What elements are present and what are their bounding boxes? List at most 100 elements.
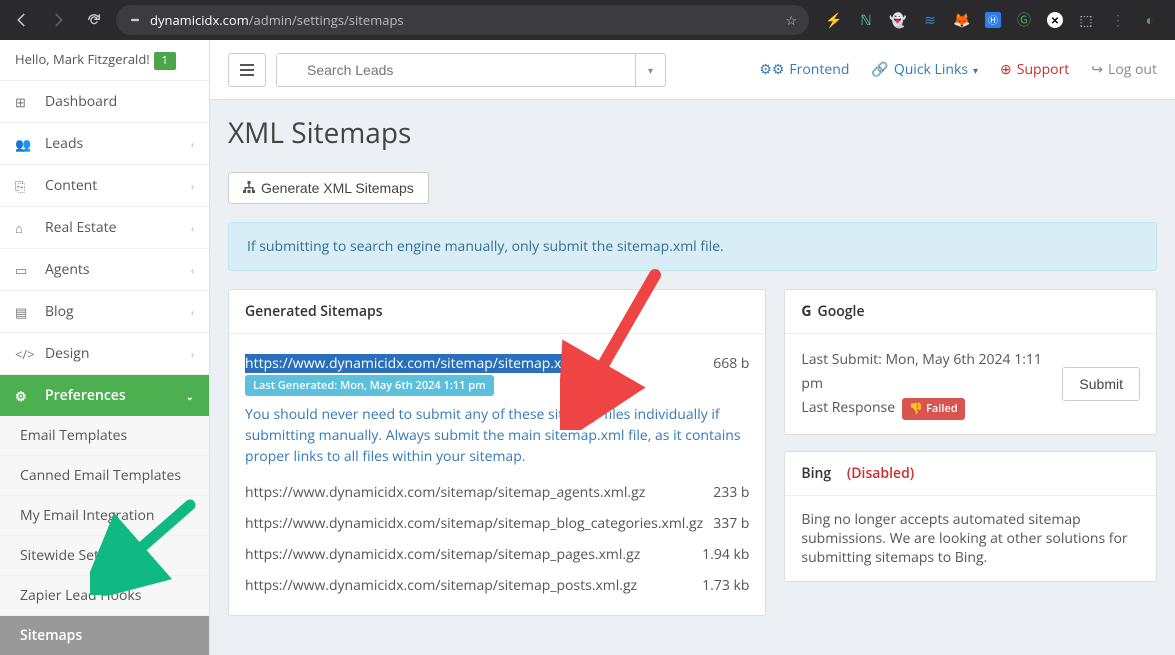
sidebar-item-preferences[interactable]: ⚙ Preferences ⌄ bbox=[0, 375, 209, 416]
search-input[interactable] bbox=[277, 54, 635, 86]
subnav-email-templates[interactable]: Email Templates bbox=[0, 416, 209, 455]
gear-icon: ⚙ bbox=[15, 387, 35, 405]
dashboard-icon: ⊞ bbox=[15, 93, 35, 111]
ext-icon[interactable]: Ⓖ bbox=[1015, 11, 1033, 29]
extensions-icon[interactable]: ⬚ bbox=[1077, 11, 1095, 29]
search-dropdown-button[interactable]: ▾ bbox=[635, 54, 665, 86]
ext-icon[interactable]: 🦊 bbox=[953, 11, 971, 29]
chevron-left-icon: ‹ bbox=[191, 263, 194, 277]
caret-down-icon: ▾ bbox=[973, 63, 978, 77]
id-card-icon: ▭ bbox=[15, 261, 35, 279]
ext-separator: ⋮ bbox=[1109, 11, 1127, 29]
sitemap-size: 1.73 kb bbox=[692, 576, 749, 595]
ext-icon[interactable]: ⚡ bbox=[825, 11, 843, 29]
forward-button[interactable] bbox=[44, 6, 72, 34]
newspaper-icon: ▤ bbox=[15, 303, 35, 321]
sitemap-url[interactable]: https://www.dynamicidx.com/sitemap/sitem… bbox=[245, 545, 640, 564]
quicklinks-link[interactable]: 🔗Quick Links ▾ bbox=[871, 60, 978, 79]
google-submit-button[interactable]: Submit bbox=[1062, 367, 1140, 401]
bing-disabled-label: (Disabled) bbox=[847, 464, 914, 483]
panel-heading: Generated Sitemaps bbox=[229, 290, 765, 334]
profile-icon[interactable]: ◐ bbox=[1141, 11, 1159, 29]
address-bar[interactable]: dynamicidx.com/admin/settings/sitemaps ☆ bbox=[116, 5, 809, 35]
sidebar-item-label: Real Estate bbox=[45, 218, 117, 237]
sidebar-item-dashboard[interactable]: ⊞ Dashboard bbox=[0, 81, 209, 122]
panel-heading: GGoogle bbox=[785, 290, 1156, 334]
code-icon: </> bbox=[15, 345, 35, 363]
url-path: /admin/settings/sitemaps bbox=[249, 11, 404, 29]
logout-link[interactable]: ↪Log out bbox=[1091, 60, 1157, 79]
cogs-icon: ⚙⚙ bbox=[759, 60, 784, 79]
sidebar-item-label: Dashboard bbox=[45, 92, 117, 111]
subnav-sitewide[interactable]: Sitewide Settings bbox=[0, 536, 209, 575]
chevron-left-icon: ‹ bbox=[191, 221, 194, 235]
sidebar-item-label: Design bbox=[45, 344, 89, 363]
topbar: ▾ ⚙⚙Frontend 🔗Quick Links ▾ ⊕Support ↪Lo… bbox=[210, 40, 1175, 100]
bookmark-star-icon[interactable]: ☆ bbox=[785, 11, 797, 29]
site-info-icon bbox=[128, 13, 142, 27]
page-title: XML Sitemaps bbox=[228, 100, 1157, 172]
bing-body: Bing no longer accepts automated sitemap… bbox=[785, 496, 1156, 581]
sidebar-item-label: Leads bbox=[45, 134, 83, 153]
sidebar-item-blog[interactable]: ▤Blog‹ bbox=[0, 291, 209, 332]
chevron-left-icon: ‹ bbox=[191, 305, 194, 319]
chevron-down-icon: ⌄ bbox=[186, 389, 194, 403]
signout-icon: ↪ bbox=[1091, 60, 1103, 79]
notification-badge[interactable]: 1 bbox=[154, 52, 176, 70]
sidebar-toggle-button[interactable] bbox=[228, 53, 266, 87]
failed-badge: 👎Failed bbox=[902, 398, 964, 421]
sitemap-size: 1.94 kb bbox=[692, 545, 749, 564]
last-generated-badge: Last Generated: Mon, May 6th 2024 1:11 p… bbox=[245, 375, 494, 396]
reload-button[interactable] bbox=[80, 6, 108, 34]
sitemap-note: You should never need to submit any of t… bbox=[245, 404, 749, 467]
browser-chrome: dynamicidx.com/admin/settings/sitemaps ☆… bbox=[0, 0, 1175, 40]
ext-icon[interactable]: ℕ bbox=[857, 11, 875, 29]
sidebar-item-content[interactable]: ⎘Content‹ bbox=[0, 165, 209, 206]
subnav-canned-email[interactable]: Canned Email Templates bbox=[0, 456, 209, 495]
chevron-left-icon: ‹ bbox=[191, 137, 194, 151]
generated-sitemaps-panel: Generated Sitemaps https://www.dynamicid… bbox=[228, 289, 766, 616]
sidebar-item-label: Preferences bbox=[45, 386, 126, 405]
subnav-email-integration[interactable]: My Email Integration bbox=[0, 496, 209, 535]
last-response-label: Last Response bbox=[801, 398, 895, 417]
sitemap-url[interactable]: https://www.dynamicidx.com/sitemap/sitem… bbox=[245, 483, 645, 502]
main-content: ▾ ⚙⚙Frontend 🔗Quick Links ▾ ⊕Support ↪Lo… bbox=[210, 40, 1175, 655]
sidebar-item-leads[interactable]: 👥 Leads ‹ bbox=[0, 123, 209, 164]
sitemap-url[interactable]: https://www.dynamicidx.com/sitemap/sitem… bbox=[245, 576, 637, 595]
sidebar-item-label: Content bbox=[45, 176, 97, 195]
ext-icon[interactable]: Ⓗ bbox=[985, 12, 1001, 28]
home-icon: ⌂ bbox=[15, 219, 35, 237]
generate-sitemaps-button[interactable]: Generate XML Sitemaps bbox=[228, 172, 429, 204]
sitemap-icon bbox=[243, 180, 255, 196]
chevron-left-icon: ‹ bbox=[191, 347, 194, 361]
subnav-sitemaps[interactable]: Sitemaps bbox=[0, 616, 209, 655]
sidebar-greeting: Hello, Mark Fitzgerald!1 bbox=[0, 40, 209, 81]
sitemap-url[interactable]: https://www.dynamicidx.com/sitemap/sitem… bbox=[245, 514, 703, 533]
info-alert: If submitting to search engine manually,… bbox=[228, 222, 1157, 271]
link-icon: 🔗 bbox=[871, 60, 888, 79]
frontend-link[interactable]: ⚙⚙Frontend bbox=[759, 60, 849, 79]
google-panel: GGoogle Last Submit: Mon, May 6th 2024 1… bbox=[784, 289, 1157, 435]
sitemap-size: 337 b bbox=[703, 514, 749, 533]
sidebar-item-design[interactable]: </> Design ‹ bbox=[0, 333, 209, 374]
ext-icon[interactable]: ≋ bbox=[921, 11, 939, 29]
users-icon: 👥 bbox=[15, 135, 35, 153]
sidebar-item-realestate[interactable]: ⌂ Real Estate ‹ bbox=[0, 207, 209, 248]
panel-heading: Bing (Disabled) bbox=[785, 452, 1156, 496]
sidebar: Hello, Mark Fitzgerald!1 ⊞ Dashboard 👥 Lea… bbox=[0, 40, 210, 655]
back-button[interactable] bbox=[8, 6, 36, 34]
main-sitemap-url[interactable]: https://www.dynamicidx.com/sitemap/sitem… bbox=[245, 354, 578, 373]
search-group: ▾ bbox=[276, 53, 666, 87]
ext-icon[interactable]: ✕ bbox=[1047, 12, 1063, 28]
google-icon: G bbox=[801, 302, 811, 321]
chevron-left-icon: ‹ bbox=[191, 179, 194, 193]
button-label: Generate XML Sitemaps bbox=[261, 180, 414, 196]
support-link[interactable]: ⊕Support bbox=[1000, 60, 1069, 79]
sitemap-size: 668 b bbox=[703, 354, 749, 373]
ext-icon[interactable]: 👻 bbox=[889, 11, 907, 29]
subnav-zapier[interactable]: Zapier Lead Hooks bbox=[0, 576, 209, 615]
sidebar-item-agents[interactable]: ▭Agents‹ bbox=[0, 249, 209, 290]
url-domain: dynamicidx.com bbox=[150, 11, 249, 29]
thumbs-down-icon: 👎 bbox=[909, 400, 923, 419]
bing-panel: Bing (Disabled) Bing no longer accepts a… bbox=[784, 451, 1157, 582]
